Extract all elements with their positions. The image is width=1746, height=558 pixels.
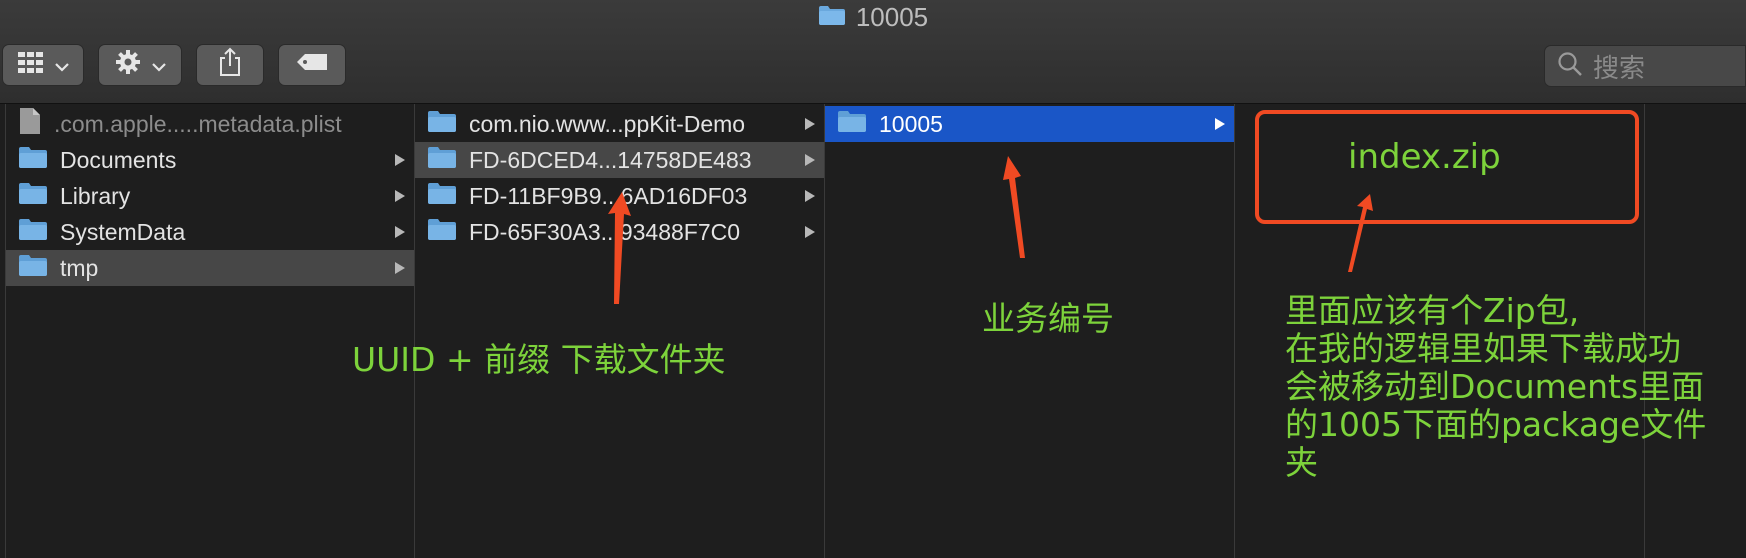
annotation-line: 里面应该有个Zip包, — [1285, 291, 1580, 330]
grid-view-icon — [17, 50, 45, 80]
list-item-label: FD-6DCED4...14758DE483 — [469, 146, 752, 173]
folder-icon — [427, 109, 457, 139]
tag-icon — [295, 52, 329, 78]
annotation-line: 夹 — [1285, 443, 1318, 482]
list-item[interactable]: com.nio.www...ppKit-Demo — [415, 106, 824, 142]
tag-button[interactable] — [278, 44, 346, 86]
folder-icon — [18, 181, 48, 211]
toolbar: 10005 搜索 — [0, 0, 1746, 104]
folder-icon — [427, 181, 457, 211]
list-item[interactable]: FD-65F30A3...93488F7C0 — [415, 214, 824, 250]
action-menu-button[interactable] — [98, 44, 182, 86]
list-item-label: 10005 — [879, 110, 943, 137]
gear-icon — [114, 48, 142, 82]
list-item-label: SystemData — [60, 218, 186, 245]
view-options-button[interactable] — [2, 44, 84, 86]
document-icon — [18, 107, 42, 141]
folder-icon — [837, 109, 867, 139]
list-item-tmp[interactable]: tmp — [6, 250, 414, 286]
folder-icon — [427, 217, 457, 247]
annotation-business-id: 业务编号 — [982, 299, 1114, 338]
list-item-10005[interactable]: 10005 — [825, 106, 1234, 142]
list-item[interactable]: FD-11BF9B9...6AD16DF03 — [415, 178, 824, 214]
chevron-down-icon — [55, 52, 69, 78]
list-item-documents[interactable]: Documents — [6, 142, 414, 178]
folder-icon — [18, 217, 48, 247]
chevron-down-icon — [152, 52, 166, 78]
annotation-line: 会被移动到Documents里面 — [1285, 367, 1705, 406]
browser-column-1[interactable]: .com.apple.....metadata.plist Documents … — [5, 104, 415, 558]
list-item-label: Documents — [60, 146, 177, 173]
folder-icon — [818, 2, 846, 33]
chevron-right-icon — [394, 178, 406, 214]
search-field[interactable]: 搜索 — [1544, 45, 1746, 87]
search-icon — [1557, 51, 1583, 82]
search-placeholder: 搜索 — [1593, 52, 1646, 83]
chevron-right-icon — [394, 214, 406, 250]
list-item-label: FD-65F30A3...93488F7C0 — [469, 218, 741, 245]
annotation-line: 在我的逻辑里如果下载成功 — [1285, 329, 1681, 368]
window-title-text: 10005 — [855, 1, 929, 32]
chevron-right-icon — [804, 178, 816, 214]
chevron-right-icon — [804, 214, 816, 250]
annotation-explanation: 里面应该有个Zip包, 在我的逻辑里如果下载成功 会被移动到Documents里… — [1285, 292, 1740, 482]
annotation-line: 的1005下面的package文件 — [1285, 405, 1707, 444]
share-icon — [217, 47, 243, 83]
chevron-right-icon — [804, 142, 816, 178]
chevron-right-icon — [394, 250, 406, 286]
list-item[interactable]: .com.apple.....metadata.plist — [6, 106, 414, 142]
annotation-uuid-note: UUID + 前缀 下载文件夹 — [352, 340, 726, 379]
list-item-label: com.nio.www...ppKit-Demo — [469, 110, 746, 137]
chevron-right-icon — [804, 106, 816, 142]
annotation-expected-file: index.zip — [1348, 137, 1501, 177]
list-item-library[interactable]: Library — [6, 178, 414, 214]
folder-icon — [18, 253, 48, 283]
folder-icon — [18, 145, 48, 175]
folder-icon — [427, 145, 457, 175]
list-item-systemdata[interactable]: SystemData — [6, 214, 414, 250]
chevron-right-icon — [394, 142, 406, 178]
share-button[interactable] — [196, 44, 264, 86]
window-title: 10005 — [0, 0, 1746, 34]
browser-column-2[interactable]: com.nio.www...ppKit-Demo FD-6DCED4...147… — [415, 104, 825, 558]
list-item-label: FD-11BF9B9...6AD16DF03 — [469, 182, 748, 209]
list-item-label: Library — [60, 182, 131, 209]
list-item-label: .com.apple.....metadata.plist — [54, 110, 342, 137]
list-item[interactable]: FD-6DCED4...14758DE483 — [415, 142, 824, 178]
finder-window: 10005 搜索 .com.apple.....metadata.plist D… — [0, 0, 1746, 558]
chevron-right-icon — [1214, 106, 1226, 142]
list-item-label: tmp — [60, 254, 99, 281]
